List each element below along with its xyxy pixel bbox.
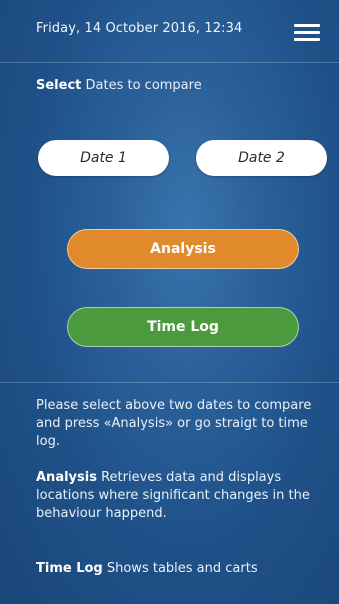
select-bold-label: Select xyxy=(36,78,82,93)
current-datetime: Friday, 14 October 2016, 12:34 xyxy=(36,21,243,36)
date-2-button[interactable]: Date 2 xyxy=(196,140,327,176)
menu-line xyxy=(294,31,320,34)
time-log-desc-text: Shows tables and carts xyxy=(102,561,258,576)
menu-line xyxy=(294,24,320,27)
select-instruction: Select Dates to compare xyxy=(36,78,202,93)
analysis-button[interactable]: Analysis xyxy=(67,229,299,269)
time-log-button[interactable]: Time Log xyxy=(67,307,299,347)
date-1-button[interactable]: Date 1 xyxy=(38,140,169,176)
hamburger-menu-icon[interactable] xyxy=(294,24,320,42)
intro-text: Please select above two dates to compare… xyxy=(36,398,312,449)
time-log-term: Time Log xyxy=(36,561,103,576)
header-bar: Friday, 14 October 2016, 12:34 xyxy=(0,0,339,72)
menu-line xyxy=(294,38,320,41)
analysis-description: Analysis Retrieves data and displays loc… xyxy=(36,469,328,523)
header-divider xyxy=(0,62,339,63)
select-rest-label: Dates to compare xyxy=(81,78,202,93)
time-log-description: Time Log Shows tables and carts xyxy=(36,560,328,578)
analysis-term: Analysis xyxy=(36,470,97,485)
app-screen: Friday, 14 October 2016, 12:34 Select Da… xyxy=(0,0,339,604)
section-divider xyxy=(0,382,339,383)
